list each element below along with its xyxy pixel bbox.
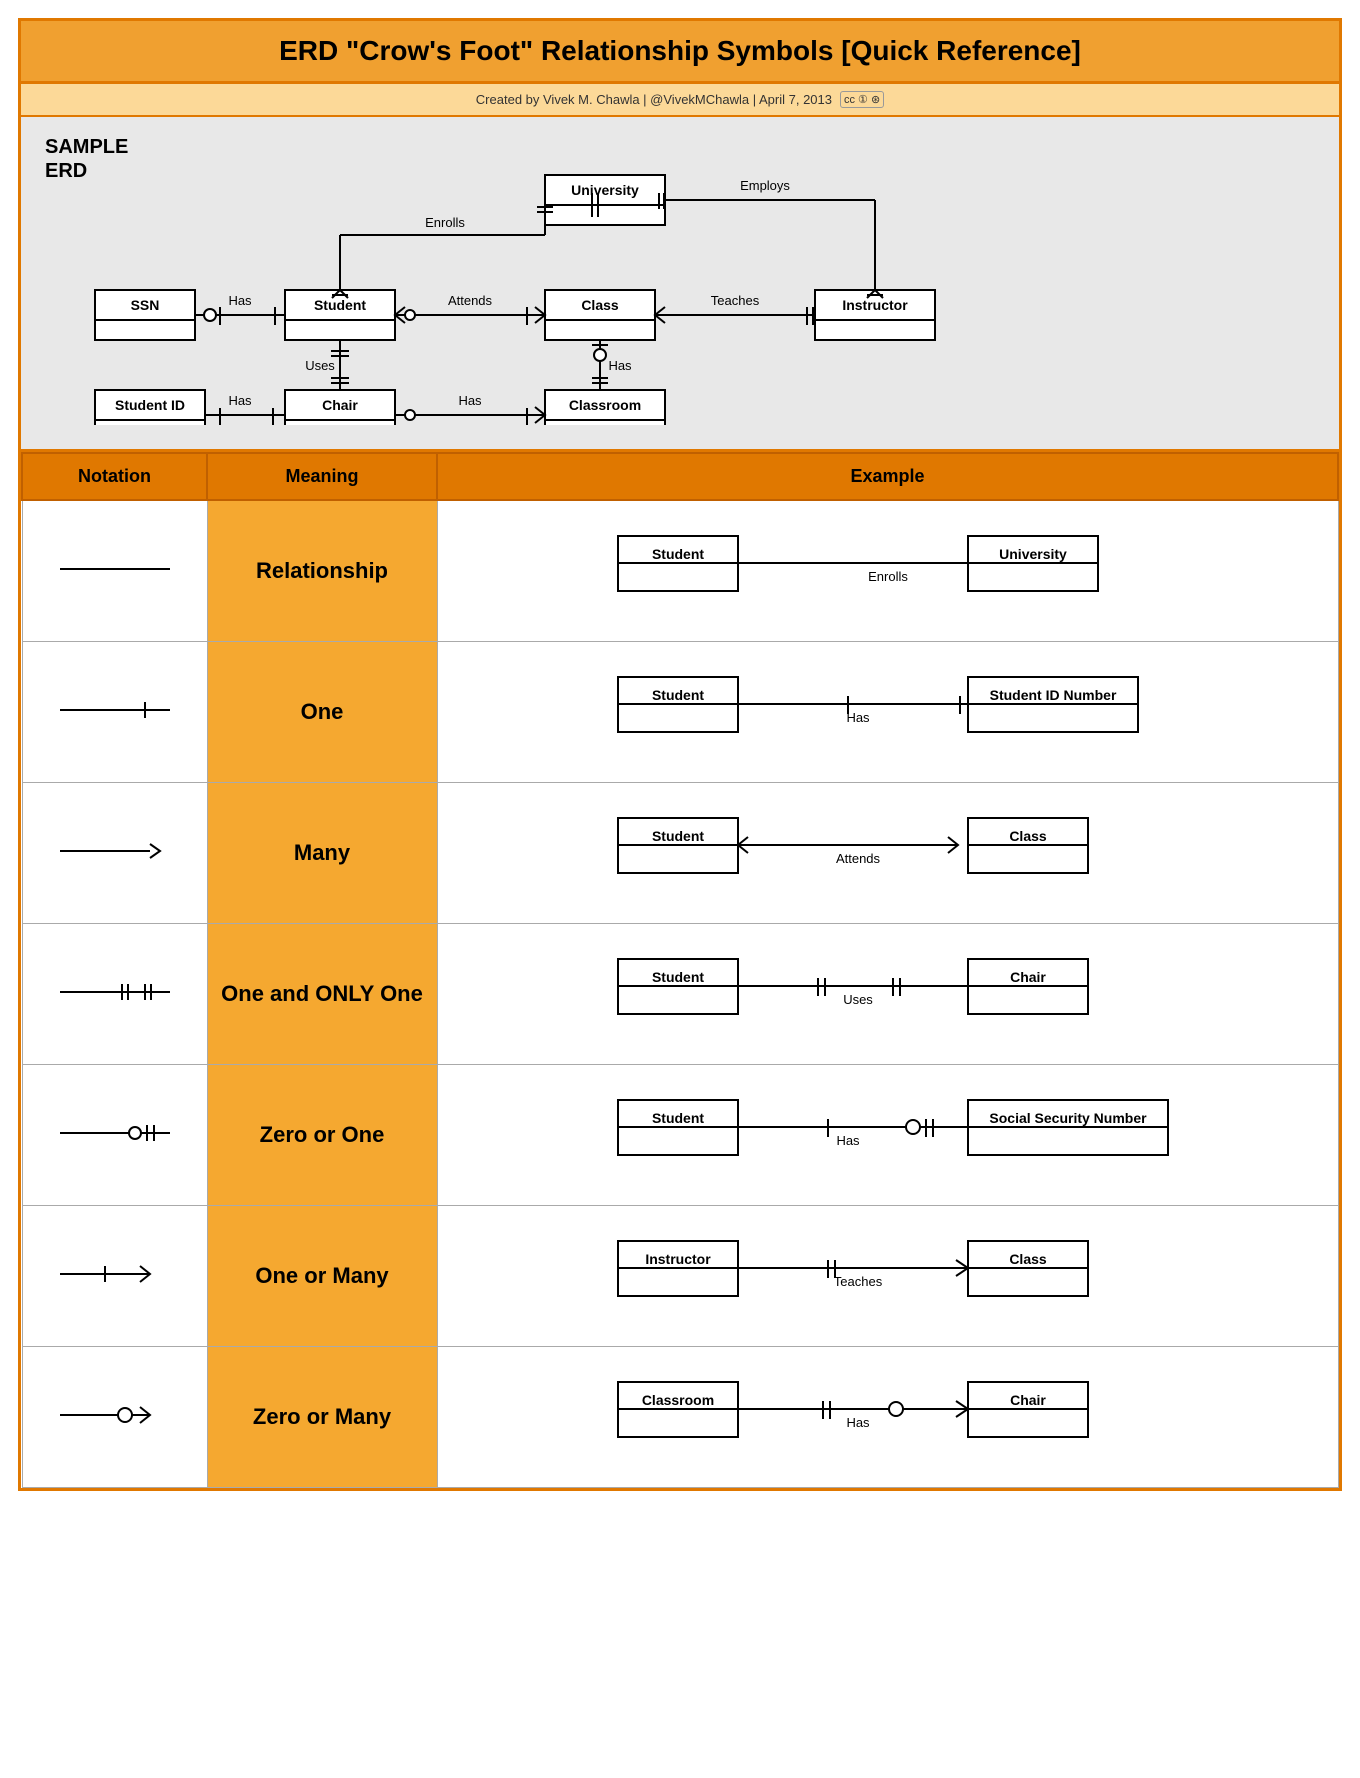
svg-text:Has: Has <box>846 1415 870 1430</box>
row-one-only: One and ONLY One Student Uses <box>22 924 1338 1065</box>
row-relationship: Relationship Student Enrolls University <box>22 500 1338 642</box>
notation-svg-zero-many <box>50 1400 180 1430</box>
svg-text:Uses: Uses <box>843 992 873 1007</box>
svg-text:Student: Student <box>651 546 703 562</box>
header-notation: Notation <box>22 453 207 500</box>
svg-text:Chair: Chair <box>1010 1392 1046 1408</box>
row-one-many: One or Many Instructor Teaches <box>22 1206 1338 1347</box>
notation-svg-zero-one <box>50 1118 180 1148</box>
svg-text:Student: Student <box>651 1110 703 1126</box>
example-svg-one: Student Has Student ID Number <box>538 652 1238 772</box>
svg-text:Class: Class <box>1009 1251 1047 1267</box>
header-example: Example <box>437 453 1338 500</box>
title-bar: ERD "Crow's Foot" Relationship Symbols [… <box>21 21 1339 84</box>
svg-text:Teaches: Teaches <box>711 293 760 308</box>
example-svg-one-many: Instructor Teaches Class <box>538 1216 1238 1336</box>
svg-text:Has: Has <box>228 393 252 408</box>
svg-text:Chair: Chair <box>322 397 358 413</box>
svg-text:Attends: Attends <box>835 851 880 866</box>
notation-many <box>22 783 207 924</box>
svg-text:Has: Has <box>228 293 252 308</box>
credits-bar: Created by Vivek M. Chawla | @VivekMChaw… <box>21 84 1339 117</box>
svg-text:Student: Student <box>314 297 366 313</box>
meaning-relationship: Relationship <box>207 500 437 642</box>
svg-text:Class: Class <box>1009 828 1047 844</box>
row-one: One Student Has Student ID Numb <box>22 642 1338 783</box>
svg-text:Student: Student <box>651 969 703 985</box>
example-zero-one: Student Has Social Security Number <box>437 1065 1338 1206</box>
reference-table: Notation Meaning Example Relationship <box>21 452 1339 1488</box>
meaning-one: One <box>207 642 437 783</box>
notation-relationship <box>22 500 207 642</box>
notation-zero-one <box>22 1065 207 1206</box>
example-svg-many: Student Attends Class <box>538 793 1238 913</box>
svg-text:Has: Has <box>458 393 482 408</box>
svg-text:Student: Student <box>651 687 703 703</box>
svg-text:Student ID: Student ID <box>115 397 185 413</box>
erd-diagram: SSN Student ID Student Chair University … <box>65 135 1295 425</box>
notation-zero-many <box>22 1347 207 1488</box>
row-zero-many: Zero or Many Classroom Has <box>22 1347 1338 1488</box>
erd-section: SAMPLEERD SSN Student ID Student Chair U… <box>21 117 1339 452</box>
example-one-many: Instructor Teaches Class <box>437 1206 1338 1347</box>
svg-text:Classroom: Classroom <box>641 1392 713 1408</box>
svg-text:Attends: Attends <box>448 293 493 308</box>
example-many: Student Attends Class <box>437 783 1338 924</box>
notation-svg-one-only <box>50 977 180 1007</box>
notation-one-only <box>22 924 207 1065</box>
notation-one-many <box>22 1206 207 1347</box>
notation-svg-one <box>50 695 180 725</box>
meaning-one-many: One or Many <box>207 1206 437 1347</box>
svg-text:Uses: Uses <box>305 358 335 373</box>
svg-text:Has: Has <box>836 1133 860 1148</box>
svg-text:Has: Has <box>608 358 632 373</box>
example-one-only: Student Uses Chair <box>437 924 1338 1065</box>
svg-text:Social Security Number: Social Security Number <box>989 1110 1147 1126</box>
row-many: Many Student Attends Class <box>22 783 1338 924</box>
svg-text:Instructor: Instructor <box>842 297 908 313</box>
svg-text:Instructor: Instructor <box>645 1251 711 1267</box>
svg-text:University: University <box>999 546 1067 562</box>
example-svg-relationship: Student Enrolls University <box>538 511 1238 631</box>
svg-text:SSN: SSN <box>131 297 160 313</box>
notation-svg-one-many <box>50 1259 180 1289</box>
header-meaning: Meaning <box>207 453 437 500</box>
example-svg-one-only: Student Uses Chair <box>538 934 1238 1054</box>
svg-text:Student ID Number: Student ID Number <box>989 687 1116 703</box>
notation-svg-relationship <box>50 554 180 584</box>
meaning-zero-many: Zero or Many <box>207 1347 437 1488</box>
svg-text:Enrolls: Enrolls <box>868 569 908 584</box>
svg-text:University: University <box>571 182 639 198</box>
svg-text:Teaches: Teaches <box>833 1274 882 1289</box>
svg-text:Classroom: Classroom <box>569 397 641 413</box>
meaning-one-only: One and ONLY One <box>207 924 437 1065</box>
example-relationship: Student Enrolls University <box>437 500 1338 642</box>
notation-svg-many <box>50 836 180 866</box>
svg-text:Student: Student <box>651 828 703 844</box>
example-svg-zero-many: Classroom Has Chair <box>538 1357 1238 1477</box>
svg-text:Has: Has <box>846 710 870 725</box>
svg-text:Employs: Employs <box>740 178 790 193</box>
example-svg-zero-one: Student Has Social Security Number <box>538 1075 1238 1195</box>
main-title: ERD "Crow's Foot" Relationship Symbols [… <box>279 35 1081 66</box>
row-zero-one: Zero or One Student Has <box>22 1065 1338 1206</box>
credits-text: Created by Vivek M. Chawla | @VivekMChaw… <box>476 92 832 107</box>
svg-text:Class: Class <box>581 297 619 313</box>
notation-one <box>22 642 207 783</box>
svg-text:Chair: Chair <box>1010 969 1046 985</box>
example-one: Student Has Student ID Number <box>437 642 1338 783</box>
example-zero-many: Classroom Has Chair <box>437 1347 1338 1488</box>
cc-icons: cc ① ⊛ <box>840 91 884 108</box>
meaning-zero-one: Zero or One <box>207 1065 437 1206</box>
erd-label: SAMPLEERD <box>45 135 128 183</box>
meaning-many: Many <box>207 783 437 924</box>
svg-text:Enrolls: Enrolls <box>425 215 465 230</box>
